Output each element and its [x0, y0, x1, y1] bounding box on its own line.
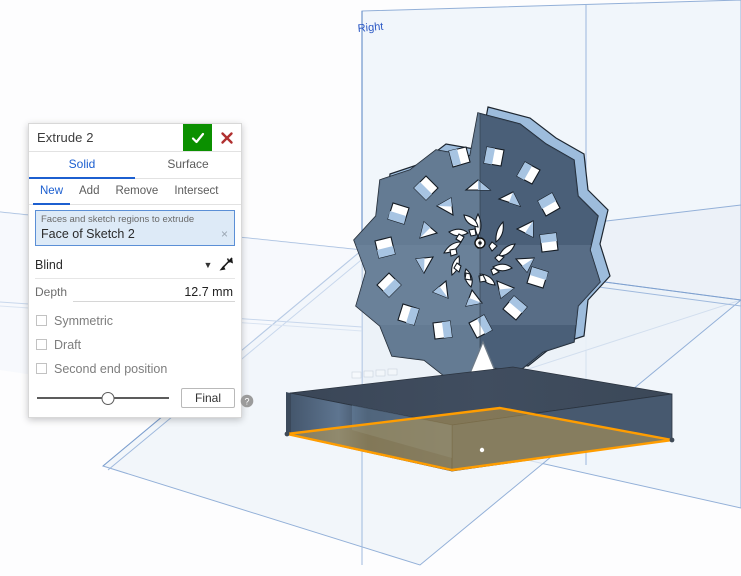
- symmetric-checkbox[interactable]: [36, 315, 47, 326]
- flip-direction-icon[interactable]: [215, 256, 235, 273]
- preview-slider[interactable]: [35, 391, 171, 405]
- checkbox-draft[interactable]: Draft: [36, 336, 235, 353]
- dialog-title: Extrude 2: [37, 130, 94, 145]
- primary-tabs[interactable]: Solid Surface: [29, 152, 241, 179]
- depth-input[interactable]: 12.7 mm: [73, 285, 235, 302]
- check-icon: [191, 132, 204, 143]
- dialog-titlebar[interactable]: Extrude 2: [29, 124, 241, 152]
- symmetric-label: Symmetric: [54, 313, 114, 328]
- svg-text:?: ?: [244, 397, 249, 407]
- end-condition-dropdown[interactable]: Blind ▼: [35, 251, 235, 279]
- face-selection-value: Face of Sketch 2: [41, 227, 135, 241]
- tab-surface[interactable]: Surface: [135, 152, 241, 179]
- tab-add[interactable]: Add: [72, 180, 106, 205]
- chevron-down-icon[interactable]: ▼: [201, 260, 215, 270]
- help-icon[interactable]: ?: [240, 394, 254, 408]
- end-condition-value: Blind: [35, 257, 63, 272]
- cancel-button[interactable]: [212, 124, 241, 151]
- draft-checkbox[interactable]: [36, 339, 47, 350]
- tab-new[interactable]: New: [33, 180, 71, 205]
- extrude-dialog[interactable]: Extrude 2 Solid Surface New Add Remove I…: [28, 123, 254, 418]
- clear-selection-icon[interactable]: ×: [220, 228, 229, 240]
- close-icon: [220, 131, 233, 144]
- dialog-footer[interactable]: Final: [35, 387, 235, 409]
- help-circle-icon: ?: [240, 394, 254, 408]
- flip-arrow-glyph: [219, 257, 233, 271]
- depth-row[interactable]: Depth 12.7 mm: [35, 285, 235, 305]
- final-button[interactable]: Final: [180, 388, 235, 408]
- checkbox-second-end-position[interactable]: Second end position: [36, 360, 235, 377]
- secondary-tabs[interactable]: New Add Remove Intersect: [29, 179, 241, 205]
- accept-button[interactable]: [183, 124, 212, 151]
- second-end-position-checkbox[interactable]: [36, 363, 47, 374]
- plane-label-right: Right: [357, 21, 384, 35]
- tab-remove[interactable]: Remove: [108, 180, 165, 205]
- slider-thumb[interactable]: [101, 392, 115, 405]
- checkbox-symmetric[interactable]: Symmetric: [36, 312, 235, 329]
- tab-intersect[interactable]: Intersect: [167, 180, 225, 205]
- tab-solid[interactable]: Solid: [29, 152, 135, 179]
- second-end-position-label: Second end position: [54, 361, 168, 376]
- draft-label: Draft: [54, 337, 82, 352]
- face-selection-caption: Faces and sketch regions to extrude: [41, 214, 195, 225]
- face-selection-box[interactable]: Faces and sketch regions to extrude Face…: [35, 210, 235, 246]
- depth-label: Depth: [35, 285, 68, 299]
